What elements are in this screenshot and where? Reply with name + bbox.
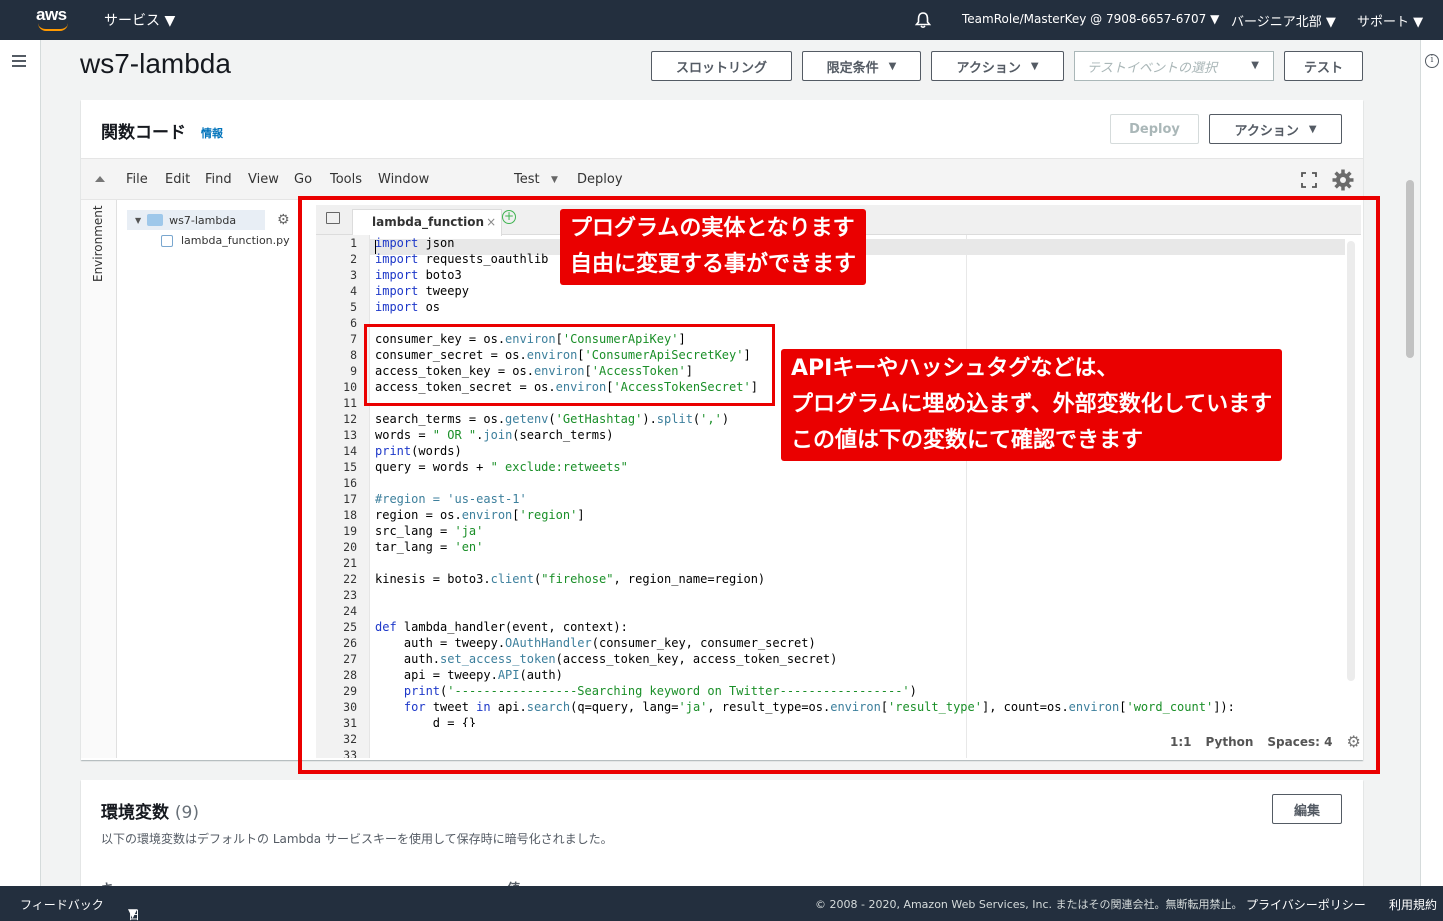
menu-tools[interactable]: Tools bbox=[330, 172, 362, 187]
file-name: lambda_function.py bbox=[181, 234, 290, 247]
chevron-down-icon: ▼ bbox=[1210, 12, 1220, 26]
menu-test[interactable]: Test bbox=[514, 172, 540, 187]
qualifiers-label: 限定条件 bbox=[826, 60, 879, 76]
test-label: テスト bbox=[1303, 60, 1343, 76]
chevron-down-icon: ▼ bbox=[1308, 123, 1317, 135]
terms-link[interactable]: 利用規約 bbox=[1389, 896, 1437, 913]
actions-button[interactable]: アクション ▼ bbox=[931, 51, 1064, 81]
gear-icon[interactable] bbox=[1331, 168, 1355, 192]
chevron-down-icon: ▼ bbox=[135, 215, 142, 225]
tree-gear-icon[interactable]: ⚙ bbox=[277, 212, 290, 228]
left-rail bbox=[0, 40, 41, 886]
region-menu[interactable]: バージニア北部 ▼ bbox=[1231, 11, 1336, 30]
collapse-icon[interactable] bbox=[95, 176, 105, 182]
menu-edit[interactable]: Edit bbox=[165, 172, 190, 187]
deploy-label: Deploy bbox=[1129, 121, 1180, 137]
footer: フィードバック 日本語 ▼ © 2008 - 2020, Amazon Web … bbox=[0, 886, 1443, 921]
chevron-down-icon: ▼ bbox=[1413, 15, 1424, 30]
account-menu[interactable]: TeamRole/MasterKey @ 7908-6657-6707 ▼ bbox=[962, 12, 1219, 26]
feedback-link[interactable]: フィードバック bbox=[20, 896, 104, 913]
aws-smile-icon bbox=[38, 23, 68, 31]
tree-file[interactable]: lambda_function.py bbox=[161, 234, 290, 247]
chevron-down-icon: ▼ bbox=[888, 60, 897, 72]
env-vars-panel: 環境変数 (9) 以下の環境変数はデフォルトの Lambda サービスキーを使用… bbox=[81, 780, 1363, 886]
annotation-line: 自由に変更する事ができます bbox=[570, 252, 857, 277]
annotation-line: この値は下の変数にて確認できます bbox=[791, 428, 1144, 453]
env-vars-count: (9) bbox=[174, 803, 200, 823]
throttle-button[interactable]: スロットリング bbox=[651, 51, 792, 81]
services-label: サービス bbox=[104, 13, 160, 29]
services-menu[interactable]: サービス ▼ bbox=[104, 10, 175, 30]
edit-label: 編集 bbox=[1293, 803, 1320, 819]
copyright: © 2008 - 2020, Amazon Web Services, Inc.… bbox=[815, 898, 1243, 911]
function-code-title: 関数コード bbox=[101, 123, 186, 143]
test-event-placeholder: テストイベントの選択 bbox=[1087, 60, 1218, 76]
env-vars-title: 環境変数 (9) bbox=[101, 798, 199, 823]
annotation-line: プログラムの実体となります bbox=[570, 216, 855, 241]
menu-go[interactable]: Go bbox=[294, 172, 312, 187]
annotation-callout-1: プログラムの実体となります 自由に変更する事ができます bbox=[560, 209, 867, 285]
annotation-line: APIキーやハッシュタグなどは、 bbox=[791, 356, 1119, 381]
bell-icon[interactable] bbox=[914, 11, 932, 29]
aws-logo[interactable]: aws bbox=[36, 6, 72, 34]
menu-window[interactable]: Window bbox=[378, 172, 429, 187]
top-navigation: aws サービス ▼ TeamRole/MasterKey @ 7908-665… bbox=[0, 0, 1443, 40]
right-rail: i bbox=[1420, 40, 1443, 886]
ide-menubar: File Edit Find View Go Tools Window Test… bbox=[81, 158, 1363, 200]
chevron-down-icon: ▼ bbox=[1030, 60, 1039, 72]
folder-name: ws7-lambda bbox=[169, 213, 237, 227]
annotation-callout-2: APIキーやハッシュタグなどは、 プログラムに埋め込まず、外部変数化しています … bbox=[781, 349, 1283, 461]
chevron-down-icon: ▼ bbox=[164, 13, 176, 29]
env-vars-highlight-frame bbox=[364, 324, 775, 406]
chevron-down-icon[interactable]: ▼ bbox=[551, 175, 558, 185]
account-label: TeamRole/MasterKey @ 7908-6657-6707 bbox=[962, 12, 1207, 26]
function-actions-label: アクション bbox=[1234, 123, 1299, 139]
env-vars-title-text: 環境変数 bbox=[101, 803, 169, 823]
environment-tab-label: Environment bbox=[91, 205, 105, 282]
fullscreen-icon[interactable] bbox=[1300, 171, 1318, 189]
menu-find[interactable]: Find bbox=[205, 172, 232, 187]
menu-view[interactable]: View bbox=[248, 172, 279, 187]
test-event-select[interactable]: テストイベントの選択 ▼ bbox=[1074, 51, 1274, 81]
hamburger-icon[interactable] bbox=[12, 55, 26, 67]
menu-file[interactable]: File bbox=[126, 172, 148, 187]
privacy-link[interactable]: プライバシーポリシー bbox=[1246, 896, 1366, 913]
region-label: バージニア北部 bbox=[1231, 15, 1322, 30]
aws-logo-text: aws bbox=[36, 5, 67, 24]
support-label: サポート bbox=[1357, 15, 1410, 30]
python-file-icon bbox=[161, 234, 173, 247]
function-actions-button[interactable]: アクション ▼ bbox=[1209, 114, 1342, 144]
folder-icon bbox=[147, 214, 164, 226]
env-vars-description: 以下の環境変数はデフォルトの Lambda サービスキーを使用して保存時に暗号化… bbox=[101, 832, 613, 846]
throttle-label: スロットリング bbox=[675, 60, 767, 76]
menu-deploy[interactable]: Deploy bbox=[577, 172, 623, 187]
info-link[interactable]: 情報 bbox=[201, 125, 223, 141]
info-icon[interactable]: i bbox=[1425, 54, 1439, 68]
actions-label: アクション bbox=[956, 60, 1021, 76]
qualifiers-button[interactable]: 限定条件 ▼ bbox=[802, 51, 921, 81]
edit-env-button[interactable]: 編集 bbox=[1272, 794, 1342, 824]
tree-folder[interactable]: ▼ ws7-lambda bbox=[127, 210, 265, 230]
column-header-value: 値 bbox=[507, 878, 520, 886]
chevron-down-icon: ▼ bbox=[1251, 60, 1259, 71]
page-scrollbar[interactable] bbox=[1406, 180, 1414, 358]
chevron-down-icon: ▼ bbox=[128, 906, 138, 920]
test-button[interactable]: テスト bbox=[1284, 51, 1363, 81]
column-header-key: キー bbox=[101, 878, 127, 886]
annotation-line: プログラムに埋め込まず、外部変数化しています bbox=[791, 392, 1273, 417]
page-title: ws7-lambda bbox=[80, 48, 231, 79]
deploy-button[interactable]: Deploy bbox=[1110, 114, 1199, 144]
chevron-down-icon: ▼ bbox=[1325, 15, 1336, 30]
support-menu[interactable]: サポート ▼ bbox=[1357, 11, 1423, 30]
file-tree: ▼ ws7-lambda ⚙ lambda_function.py bbox=[117, 200, 297, 758]
environment-tab[interactable]: Environment bbox=[81, 200, 117, 758]
